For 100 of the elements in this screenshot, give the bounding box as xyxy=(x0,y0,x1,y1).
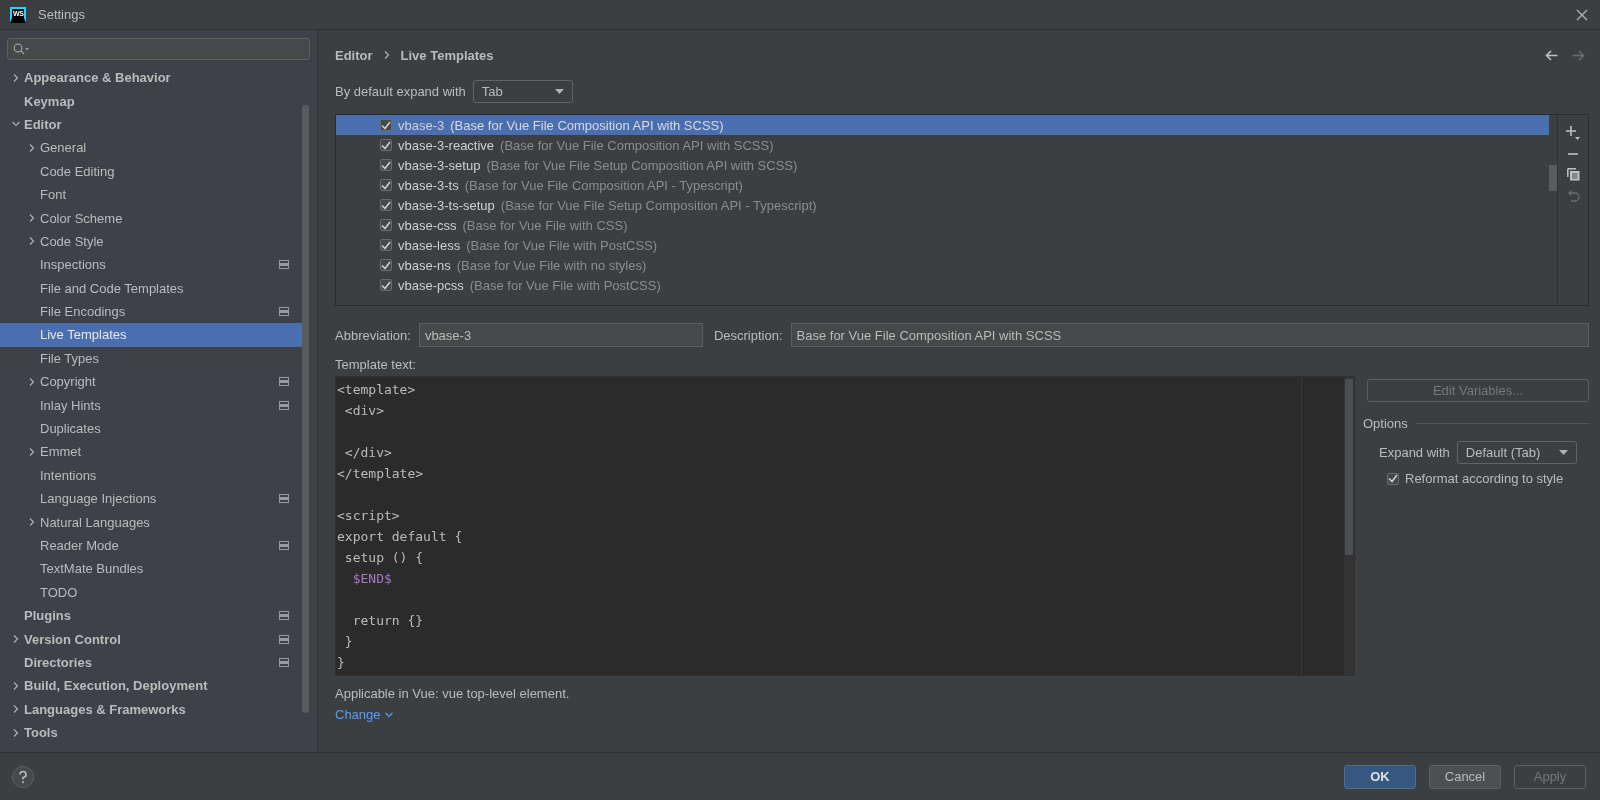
code-line: setup () { xyxy=(343,549,424,567)
chevron-icon xyxy=(28,214,36,223)
chevron-icon xyxy=(12,635,20,644)
checkbox[interactable] xyxy=(1387,472,1399,485)
tree-item[interactable]: TODO xyxy=(0,580,303,604)
template-description: (Base for Vue File with no styles) xyxy=(456,257,647,273)
checkbox[interactable] xyxy=(380,159,392,171)
code-line: return {} xyxy=(351,612,424,630)
tree-item[interactable]: File and Code Templates xyxy=(0,276,303,300)
abbreviation-field[interactable]: vbase-3 xyxy=(418,323,703,347)
chevron-icon xyxy=(12,705,20,714)
code-line: </div> xyxy=(343,444,392,462)
template-row[interactable]: vbase-css (Base for Vue File with CSS) xyxy=(336,215,1549,235)
help-icon[interactable] xyxy=(12,765,34,788)
checkbox-label: Reformat according to style xyxy=(1405,471,1564,486)
checkbox[interactable] xyxy=(380,239,392,251)
template-row[interactable]: vbase-3-reactive (Base for Vue File Composition API with SCSS) xyxy=(336,135,1549,155)
tree-item[interactable]: Duplicates xyxy=(0,416,303,441)
field-label: Template text: xyxy=(335,357,417,372)
template-row[interactable]: vbase-pcss (Base for Vue File with PostCSS) xyxy=(336,275,1549,295)
template-row[interactable]: vbase-less (Base for Vue File with PostCSS) xyxy=(336,235,1549,255)
window-title: Settings xyxy=(38,7,86,22)
add-icon[interactable] xyxy=(1566,126,1580,140)
expand-dropdown[interactable]: Tab xyxy=(472,80,573,103)
tree-item[interactable]: Live Templates xyxy=(0,323,303,347)
expand-with-dropdown[interactable]: Default (Tab) xyxy=(1456,441,1577,464)
template-abbreviation: vbase-css xyxy=(398,217,457,233)
code-line: export default { xyxy=(336,528,463,546)
tree-item[interactable]: Appearance & Behavior xyxy=(0,66,303,90)
tree-item[interactable]: Natural Languages xyxy=(0,510,303,534)
template-abbreviation: vbase-less xyxy=(398,237,461,253)
tree-item[interactable]: File Types xyxy=(0,346,303,371)
tree-item[interactable]: Inspections xyxy=(0,253,303,277)
code-line: <template> xyxy=(336,381,416,399)
template-row[interactable]: vbase-3-setup (Base for Vue File Setup Composition API with SCSS) xyxy=(336,155,1549,175)
code-editor[interactable]: <template> <div> </div> </template> <script> export default { setup () { $END$ return {} } } xyxy=(335,376,1355,676)
tree-item[interactable]: Code Editing xyxy=(0,159,303,183)
template-row[interactable]: vbase-3 (Base for Vue File Composition API with SCSS) xyxy=(336,115,1549,135)
copy-icon[interactable] xyxy=(1566,168,1580,181)
checkbox[interactable] xyxy=(380,139,392,151)
tree-item[interactable]: Directories xyxy=(0,650,303,675)
tree-item[interactable]: TextMate Bundles xyxy=(0,557,303,581)
tree-item[interactable]: Language Injections xyxy=(0,487,303,511)
applicable-context-text: Applicable in Vue: vue top-level element. xyxy=(335,686,571,701)
dialog-button[interactable]: OK xyxy=(1344,764,1416,789)
dialog-button[interactable]: Cancel xyxy=(1429,764,1501,789)
breadcrumb-item[interactable]: Editor xyxy=(335,47,373,63)
checkbox[interactable] xyxy=(380,179,392,191)
chevron-icon xyxy=(28,237,36,246)
back-arrow-icon[interactable] xyxy=(1545,49,1558,61)
tree-item[interactable]: File Encodings xyxy=(0,299,303,324)
tree-item[interactable]: Emmet xyxy=(0,440,303,464)
chevron-icon xyxy=(28,518,36,527)
checkbox[interactable] xyxy=(380,119,392,131)
tree-item[interactable]: Build, Execution, Deployment xyxy=(0,674,303,698)
tree-item[interactable]: Version Control xyxy=(0,627,303,651)
field-label: Abbreviation: xyxy=(335,327,411,343)
search-field[interactable] xyxy=(7,38,310,60)
caret-icon xyxy=(1558,450,1568,455)
template-row[interactable]: vbase-3-ts (Base for Vue File Composition API - Typescript) xyxy=(336,175,1549,195)
template-row[interactable]: vbase-ns (Base for Vue File with no styles) xyxy=(336,255,1549,275)
tree-item[interactable]: Code Style xyxy=(0,229,303,254)
template-description: (Base for Vue File Composition API with SCSS) xyxy=(450,117,724,133)
scrollbar-thumb[interactable] xyxy=(1549,165,1557,191)
tree-item[interactable]: Font xyxy=(0,182,303,207)
code-line: </template> xyxy=(336,465,424,483)
template-abbreviation: vbase-ns xyxy=(398,257,451,273)
change-link[interactable]: Change xyxy=(335,707,393,722)
tree-item[interactable]: Reader Mode xyxy=(0,533,303,558)
tree-item[interactable]: Editor xyxy=(0,112,303,137)
code-line: } xyxy=(336,654,345,672)
chevron-icon xyxy=(382,51,391,59)
scrollbar-thumb[interactable] xyxy=(302,105,309,713)
chevron-icon xyxy=(28,143,36,152)
scrollbar-thumb[interactable] xyxy=(1345,379,1353,555)
tree-item[interactable]: Keymap xyxy=(0,89,303,113)
template-description: (Base for Vue File Setup Composition API with SCSS) xyxy=(486,157,798,173)
template-row[interactable]: vbase-3-ts-setup (Base for Vue File Setup Composition API - Typescript) xyxy=(336,195,1549,215)
template-description: (Base for Vue File Composition API with SCSS) xyxy=(500,137,774,153)
code-line: <div> xyxy=(343,402,384,420)
checkbox[interactable] xyxy=(380,219,392,231)
tree-item[interactable]: Intentions xyxy=(0,463,303,488)
close-icon[interactable] xyxy=(1576,8,1588,21)
chevron-icon xyxy=(12,681,20,690)
description-field[interactable]: Base for Vue File Composition API with SCSS xyxy=(790,323,1589,347)
tree-item[interactable]: Color Scheme xyxy=(0,206,303,230)
breadcrumb-item: Live Templates xyxy=(400,47,494,63)
tree-item[interactable]: General xyxy=(0,136,303,160)
tree-item[interactable]: Copyright xyxy=(0,370,303,394)
tree-item[interactable]: Tools xyxy=(0,720,303,745)
checkbox[interactable] xyxy=(380,199,392,211)
tree-item[interactable]: Languages & Frameworks xyxy=(0,697,303,721)
tree-item[interactable]: Plugins xyxy=(0,604,303,628)
field-label: Expand with xyxy=(1379,445,1450,460)
checkbox[interactable] xyxy=(380,259,392,271)
template-abbreviation: vbase-3-ts-setup xyxy=(398,197,495,213)
tree-item[interactable]: Inlay Hints xyxy=(0,393,303,417)
template-description: (Base for Vue File with CSS) xyxy=(462,217,628,233)
checkbox[interactable] xyxy=(380,279,392,291)
template-abbreviation: vbase-3-setup xyxy=(398,157,481,173)
